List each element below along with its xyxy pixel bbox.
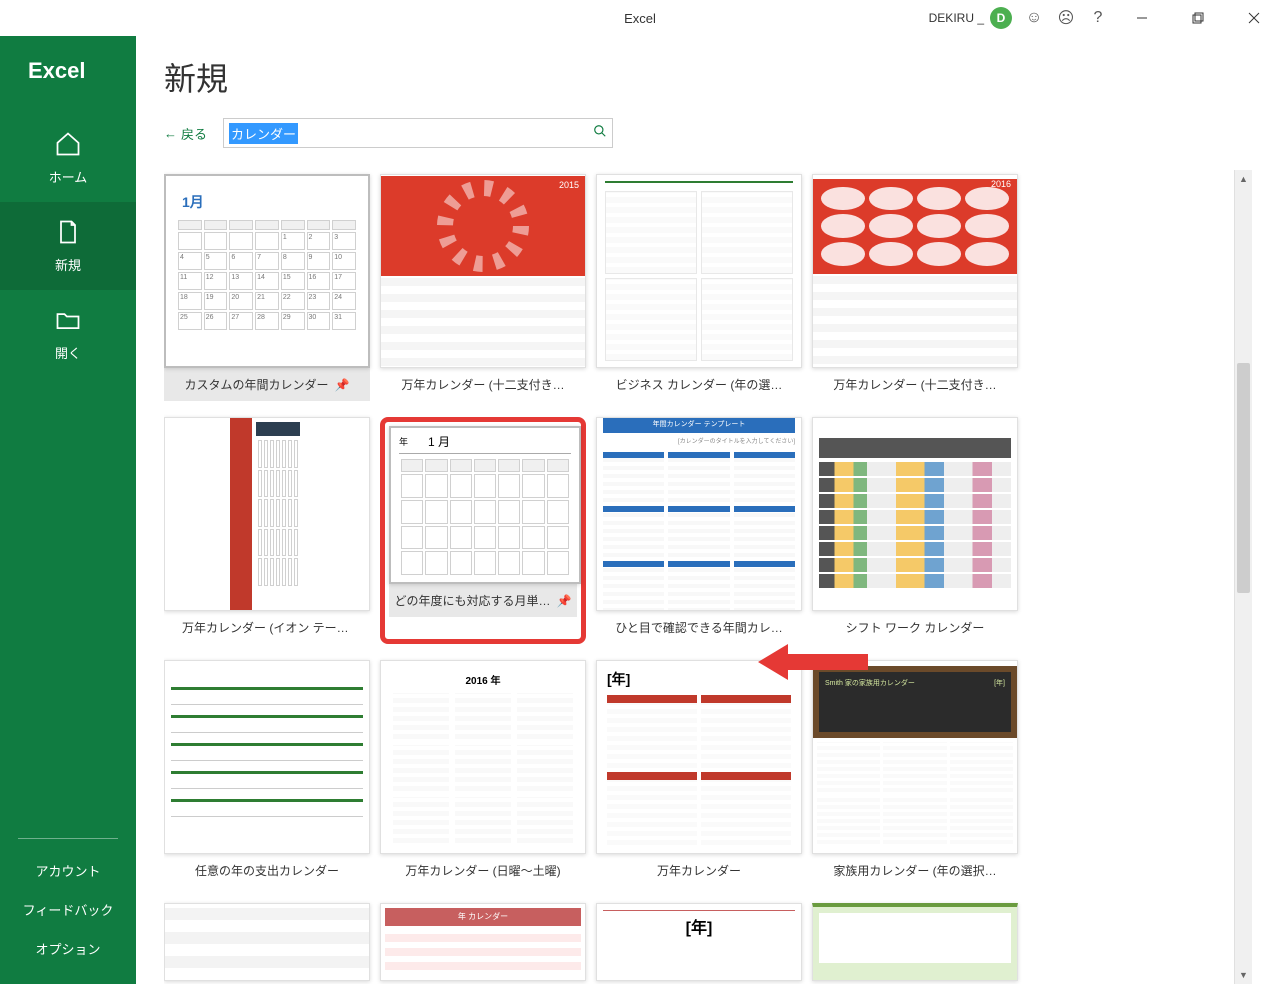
template-card-perpetual-sun-sat[interactable]: 2016 年 万年カレンダー (日曜～土曜) (380, 660, 586, 887)
sidebar-item-home[interactable]: ホーム (0, 114, 136, 202)
template-title: カスタムの年間カレンダー (185, 376, 329, 393)
template-thumb: 1月 123 45678910 11121314151617 181920212… (164, 174, 370, 368)
template-title: 家族用カレンダー (年の選択… (833, 862, 996, 879)
template-card-perpetual[interactable]: [年] 万年カレンダー (596, 660, 802, 887)
sidebar-account[interactable]: アカウント (0, 851, 136, 890)
template-title: 万年カレンダー (十二支付き… (401, 376, 564, 393)
template-card-zodiac-2016[interactable]: 2016 万年カレンダー (十二支付き… (812, 174, 1018, 401)
thumb-year-label: 年 (399, 435, 408, 448)
thumb-header: 年間カレンダー テンプレート (603, 417, 795, 433)
annotation-arrow (758, 642, 868, 687)
sidebar-options[interactable]: オプション (0, 929, 136, 968)
new-icon (54, 218, 82, 249)
sidebar-divider (18, 838, 118, 839)
template-card-partial[interactable] (164, 903, 370, 981)
template-card-shift[interactable]: シフト ワーク カレンダー (812, 417, 1018, 644)
arrow-left-icon: ← (164, 126, 177, 141)
template-title: ビジネス カレンダー (年の選… (616, 376, 783, 393)
template-thumb (812, 417, 1018, 611)
folder-icon (54, 306, 82, 337)
template-thumb: 2015 (380, 174, 586, 368)
sidebar-logo: Excel (0, 48, 136, 114)
maximize-button[interactable] (1176, 3, 1220, 33)
template-card-year-glance[interactable]: 年間カレンダー テンプレート [カレンダーのタイトルを入力してください] ひと目… (596, 417, 802, 644)
template-title: 任意の年の支出カレンダー (195, 862, 339, 879)
template-thumb (164, 417, 370, 611)
template-card-expense[interactable]: 任意の年の支出カレンダー (164, 660, 370, 887)
template-thumb: Smith 家の家族用カレンダー [年] (812, 660, 1018, 854)
thumb-month-label: 1 月 (428, 433, 450, 450)
template-title: ひと目で確認できる年間カレ… (615, 619, 782, 636)
template-card-partial[interactable]: 年 カレンダー (380, 903, 586, 981)
sidebar-item-new[interactable]: 新規 (0, 202, 136, 290)
scroll-up-icon[interactable]: ▲ (1235, 170, 1252, 188)
minimize-button[interactable] (1120, 3, 1164, 33)
template-thumb: 年間カレンダー テンプレート [カレンダーのタイトルを入力してください] (596, 417, 802, 611)
template-card-partial[interactable] (812, 903, 1018, 981)
pin-icon[interactable]: 📌 (335, 378, 350, 392)
sidebar-item-label: ホーム (49, 167, 88, 186)
sidebar-item-label: 新規 (55, 255, 81, 274)
scrollbar[interactable]: ▲ ▼ (1234, 170, 1252, 984)
template-card-ion[interactable]: 万年カレンダー (イオン テーマ) (164, 417, 370, 644)
template-title: 万年カレンダー (イオン テーマ) (182, 619, 352, 636)
thumb-year: 2016 (991, 179, 1011, 189)
search-icon[interactable] (593, 124, 607, 142)
template-thumb (164, 660, 370, 854)
thumb-year: [年] (603, 914, 795, 938)
thumb-month-label: 1月 (176, 186, 358, 218)
template-thumb (596, 174, 802, 368)
sidebar-feedback[interactable]: フィードバック (0, 890, 136, 929)
back-button[interactable]: ← 戻る (164, 124, 207, 143)
template-thumb: 2016 (812, 174, 1018, 368)
pin-icon[interactable]: 📌 (557, 594, 572, 608)
scroll-thumb[interactable] (1237, 363, 1250, 593)
template-card-business[interactable]: ビジネス カレンダー (年の選… (596, 174, 802, 401)
frown-icon[interactable]: ☹ (1056, 8, 1076, 28)
thumb-board-year: [年] (994, 678, 1005, 688)
user-account[interactable]: DEKIRU _ D (929, 7, 1012, 29)
user-avatar: D (990, 7, 1012, 29)
sidebar-item-label: 開く (55, 343, 81, 362)
template-thumb: 2016 年 (380, 660, 586, 854)
search-value-highlight: カレンダー (229, 123, 298, 144)
template-title: 万年カレンダー (十二支付き… (833, 376, 996, 393)
template-title: シフト ワーク カレンダー (846, 619, 985, 636)
template-title: 万年カレンダー (日曜～土曜) (405, 862, 560, 879)
thumb-year: 2015 (559, 180, 579, 190)
thumb-year: 2016 年 (393, 672, 573, 687)
user-name: DEKIRU _ (929, 11, 984, 25)
template-card-partial[interactable]: [年] (596, 903, 802, 981)
app-title: Excel (624, 11, 656, 26)
search-box: カレンダー (223, 118, 613, 148)
help-icon[interactable]: ? (1088, 8, 1108, 28)
page-title: 新規 (164, 54, 1252, 100)
template-title: どの年度にも対応する月単… (395, 592, 551, 609)
content: 新規 ← 戻る カレンダー (136, 36, 1280, 984)
template-thumb: 年 1 月 (389, 426, 581, 584)
sidebar-item-open[interactable]: 開く (0, 290, 136, 378)
titlebar: Excel DEKIRU _ D ☺ ☹ ? (0, 0, 1280, 36)
template-thumb: [年] (596, 660, 802, 854)
template-card-monthly-any-year[interactable]: 年 1 月 どの年度にも対応する月単… 📌 (380, 417, 586, 644)
back-label: 戻る (181, 124, 207, 143)
sidebar: Excel ホーム 新規 開く (0, 36, 136, 984)
scroll-down-icon[interactable]: ▼ (1235, 966, 1252, 984)
template-card-zodiac-2015[interactable]: 2015 万年カレンダー (十二支付き… (380, 174, 586, 401)
home-icon (54, 130, 82, 161)
close-button[interactable] (1232, 3, 1276, 33)
template-card-custom-year[interactable]: 1月 123 45678910 11121314151617 181920212… (164, 174, 370, 401)
scroll-track[interactable] (1235, 188, 1252, 966)
template-card-family[interactable]: Smith 家の家族用カレンダー [年] 家族用カレンダー (年の選択… (812, 660, 1018, 887)
thumb-header: 年 カレンダー (385, 908, 581, 926)
smile-icon[interactable]: ☺ (1024, 8, 1044, 28)
template-title: 万年カレンダー (657, 862, 741, 879)
